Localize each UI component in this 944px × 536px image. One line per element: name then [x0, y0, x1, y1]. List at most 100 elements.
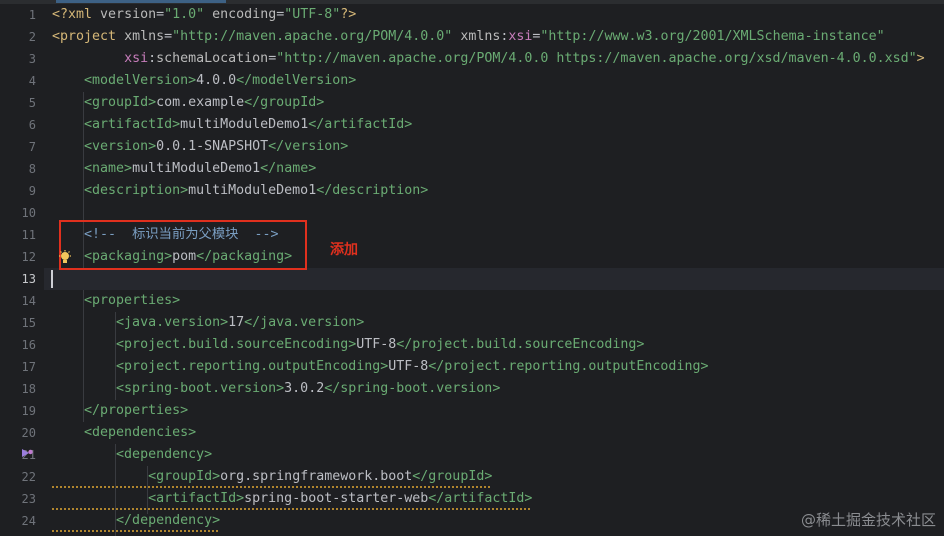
token-xmltag: </description>	[316, 183, 429, 198]
token-xmltag: </properties>	[84, 403, 189, 418]
token-str: "http://maven.apache.org/POM/4.0.0"	[172, 29, 461, 44]
token-text: multiModuleDemo1	[132, 161, 261, 176]
token-ns: xsi	[124, 51, 149, 66]
code-line[interactable]	[44, 268, 944, 290]
token-str: "http://maven.apache.org/POM/4.0.0 https…	[276, 51, 917, 66]
code-line[interactable]: <artifactId>spring-boot-starter-web</art…	[52, 488, 944, 510]
code-line[interactable]: <spring-boot.version>3.0.2</spring-boot.…	[52, 378, 944, 400]
token-xmltag: <version>	[84, 139, 157, 154]
token-xmltag: <groupId>	[148, 469, 221, 484]
token-xmltag: </project.reporting.outputEncoding>	[428, 359, 709, 374]
token-attr: xmlns	[124, 29, 165, 44]
token-text: =	[268, 51, 277, 66]
inspection-warning-underline	[52, 486, 490, 488]
token-text: =	[164, 29, 173, 44]
code-line[interactable]: <project.build.sourceEncoding>UTF-8</pro…	[52, 334, 944, 356]
token-text: org.springframework.boot	[220, 469, 413, 484]
code-line[interactable]: <description>multiModuleDemo1</descripti…	[52, 180, 944, 202]
token-pi: ?>	[340, 7, 357, 22]
dependency-run-icon[interactable]	[20, 447, 34, 459]
token-attr: xmlns	[460, 29, 501, 44]
inspection-warning-underline	[52, 530, 218, 532]
code-line[interactable]: <dependency>	[52, 444, 944, 466]
token-xmltag: </artifactId>	[308, 117, 413, 132]
token-xmltag: </modelVersion>	[236, 73, 357, 88]
token-xmltag: </name>	[260, 161, 317, 176]
token-text: 3.0.2	[284, 381, 325, 396]
token-text: UTF-8	[356, 337, 397, 352]
annotation-label: 添加	[330, 242, 358, 258]
token-xmltag: <groupId>	[84, 95, 157, 110]
token-text: spring-boot-starter-web	[244, 491, 429, 506]
token-text: :	[148, 51, 157, 66]
code-line[interactable]: <project xmlns="http://maven.apache.org/…	[52, 26, 944, 48]
token-xmltag: </dependency>	[116, 513, 221, 528]
token-attr: version	[100, 7, 157, 22]
token-ns: xsi	[508, 29, 533, 44]
watermark: @稀土掘金技术社区	[800, 511, 936, 529]
token-xmltag: <dependency>	[116, 447, 213, 462]
token-xmltag: </artifactId>	[428, 491, 533, 506]
intention-bulb-icon[interactable]	[58, 250, 72, 266]
token-str: "UTF-8"	[284, 7, 341, 22]
token-xmltag: <project.build.sourceEncoding>	[116, 337, 357, 352]
code-line[interactable]: <modelVersion>4.0.0</modelVersion>	[52, 70, 944, 92]
token-text: UTF-8	[388, 359, 429, 374]
token-str: "1.0"	[164, 7, 213, 22]
token-xmltag: <dependencies>	[84, 425, 197, 440]
annotation-highlight-box	[59, 220, 307, 270]
token-text: com.example	[156, 95, 245, 110]
token-xmltag: <java.version>	[116, 315, 229, 330]
token-xmltag: <spring-boot.version>	[116, 381, 285, 396]
code-line[interactable]: <version>0.0.1-SNAPSHOT</version>	[52, 136, 944, 158]
code-line[interactable]: <artifactId>multiModuleDemo1</artifactId…	[52, 114, 944, 136]
token-pi: <?xml	[52, 7, 101, 22]
code-line[interactable]: </properties>	[52, 400, 944, 422]
code-line[interactable]: <groupId>org.springframework.boot</group…	[52, 466, 944, 488]
token-xmltag: <name>	[84, 161, 133, 176]
token-xmltag: </groupId>	[244, 95, 325, 110]
active-tab-indicator	[56, 0, 226, 3]
token-attr: encoding	[212, 7, 277, 22]
token-xmltag: <project.reporting.outputEncoding>	[116, 359, 389, 374]
token-text: 0.0.1-SNAPSHOT	[156, 139, 269, 154]
code-line[interactable]: <properties>	[52, 290, 944, 312]
code-editor[interactable]: <?xml version="1.0" encoding="UTF-8"?> <p…	[0, 4, 944, 536]
code-line[interactable]: <name>multiModuleDemo1</name>	[52, 158, 944, 180]
token-xmltag: </project.build.sourceEncoding>	[396, 337, 645, 352]
code-line[interactable]: <project.reporting.outputEncoding>UTF-8<…	[52, 356, 944, 378]
inspection-warning-underline	[52, 508, 530, 510]
text-caret	[51, 270, 53, 288]
code-line[interactable]: <groupId>com.example</groupId>	[52, 92, 944, 114]
code-line[interactable]: xsi:schemaLocation="http://maven.apache.…	[52, 48, 944, 70]
token-xmltag: </java.version>	[244, 315, 365, 330]
token-tag: <project	[52, 29, 125, 44]
token-text: multiModuleDemo1	[188, 183, 317, 198]
token-xmltag: </groupId>	[412, 469, 493, 484]
token-xmltag: <description>	[84, 183, 189, 198]
code-line[interactable]: <dependencies>	[52, 422, 944, 444]
code-line[interactable]: <?xml version="1.0" encoding="UTF-8"?>	[52, 4, 944, 26]
token-text: =	[156, 7, 165, 22]
code-line[interactable]: <java.version>17</java.version>	[52, 312, 944, 334]
token-xmltag: <properties>	[84, 293, 181, 308]
token-text: 4.0.0	[196, 73, 237, 88]
